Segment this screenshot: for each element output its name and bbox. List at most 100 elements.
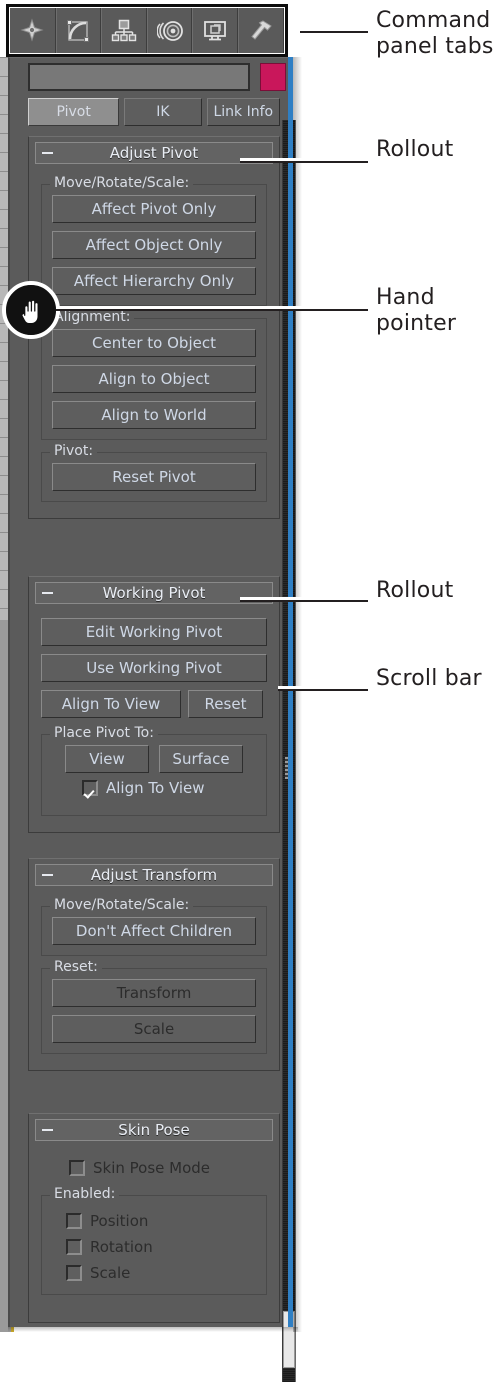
affect-hierarchy-only-button[interactable]: Affect Hierarchy Only xyxy=(52,267,256,295)
align-to-view-checkbox-row[interactable]: Align To View xyxy=(82,779,256,797)
group-label: Move/Rotate/Scale: xyxy=(50,175,194,191)
align-to-object-button[interactable]: Align to Object xyxy=(52,365,256,393)
subtab-link-info[interactable]: Link Info xyxy=(206,98,280,126)
rollout-title: Working Pivot xyxy=(102,584,206,602)
enabled-rotation-row[interactable]: Rotation xyxy=(66,1238,256,1256)
center-to-object-button[interactable]: Center to Object xyxy=(52,329,256,357)
group-label: Place Pivot To: xyxy=(50,725,158,741)
scale-checkbox[interactable] xyxy=(66,1265,82,1281)
skin-pose-mode-label: Skin Pose Mode xyxy=(93,1159,211,1177)
working-pivot-reset-button[interactable]: Reset xyxy=(188,690,263,718)
leader-line-hand-pointer xyxy=(56,309,368,311)
affect-object-only-button[interactable]: Affect Object Only xyxy=(52,231,256,259)
hierarchy-tab[interactable] xyxy=(101,8,147,53)
object-name-row xyxy=(28,63,286,93)
rollout-header-adjust-transform[interactable]: Adjust Transform xyxy=(35,864,273,886)
rollout-header-skin-pose[interactable]: Skin Pose xyxy=(35,1119,273,1141)
rollout-skin-pose: Skin Pose Skin Pose Mode Enabled: Positi… xyxy=(28,1113,280,1323)
collapse-minus-icon xyxy=(42,152,53,154)
display-monitor-icon xyxy=(202,18,228,44)
rollout-adjust-transform: Adjust Transform Move/Rotate/Scale: Don'… xyxy=(28,858,280,1071)
callout-scroll-bar: Scroll bar xyxy=(376,666,482,691)
callout-rollout-1: Rollout xyxy=(376,137,454,162)
align-to-view-button[interactable]: Align To View xyxy=(41,690,181,718)
skin-pose-mode-checkbox[interactable] xyxy=(69,1160,85,1176)
scale-label: Scale xyxy=(90,1264,131,1282)
rollout-header-working-pivot[interactable]: Working Pivot xyxy=(35,582,273,604)
group-enabled: Enabled: Position Rotation Scale xyxy=(41,1186,267,1295)
leader-line-scroll-bar xyxy=(278,689,368,691)
leader-line-command-panel-tabs xyxy=(300,31,368,33)
subtab-pivot[interactable]: Pivot xyxy=(28,98,120,126)
group-reset: Reset: Transform Scale xyxy=(41,959,267,1054)
hierarchy-tree-icon xyxy=(111,18,137,44)
callout-command-panel-tabs: Command panel tabs xyxy=(376,8,494,59)
callout-hand-pointer: Hand pointer xyxy=(376,285,457,336)
callout-rollout-2: Rollout xyxy=(376,578,454,603)
hand-pointer-cursor xyxy=(2,281,60,339)
display-tab[interactable] xyxy=(192,8,238,53)
rollout-working-pivot: Working Pivot Edit Working Pivot Use Wor… xyxy=(28,576,280,833)
create-tab[interactable] xyxy=(10,8,56,53)
place-pivot-surface-button[interactable]: Surface xyxy=(159,745,243,773)
enabled-position-row[interactable]: Position xyxy=(66,1212,256,1230)
dont-affect-children-button[interactable]: Don't Affect Children xyxy=(52,917,256,945)
reset-transform-button[interactable]: Transform xyxy=(52,979,256,1007)
object-name-input[interactable] xyxy=(28,63,250,91)
collapse-minus-icon xyxy=(42,592,53,594)
hierarchy-subtabs[interactable]: Pivot IK Link Info xyxy=(28,98,280,126)
panel-drop-shadow xyxy=(293,57,302,1332)
group-alignment: Alignment: Center to Object Align to Obj… xyxy=(41,309,267,440)
group-label: Move/Rotate/Scale: xyxy=(50,897,194,913)
enabled-scale-row[interactable]: Scale xyxy=(66,1264,256,1282)
place-pivot-button-row: View Surface xyxy=(52,745,256,773)
affect-pivot-only-button[interactable]: Affect Pivot Only xyxy=(52,195,256,223)
leader-line-rollout-1 xyxy=(240,161,368,163)
rollout-header-adjust-pivot[interactable]: Adjust Pivot xyxy=(35,142,273,164)
collapse-minus-icon xyxy=(42,1129,53,1131)
position-checkbox[interactable] xyxy=(66,1213,82,1229)
reset-scale-button[interactable]: Scale xyxy=(52,1015,256,1043)
rollout-title: Skin Pose xyxy=(118,1121,190,1139)
rotation-label: Rotation xyxy=(90,1238,153,1256)
working-pivot-button-row: Align To View Reset xyxy=(41,690,267,718)
skin-pose-mode-row[interactable]: Skin Pose Mode xyxy=(69,1159,271,1177)
rollout-body: Skin Pose Mode Enabled: Position Rotatio… xyxy=(29,1141,279,1311)
motion-circles-icon xyxy=(156,18,183,44)
subtab-ik[interactable]: IK xyxy=(124,98,202,126)
panel-bottom-shadow xyxy=(8,1327,298,1332)
group-place-pivot-to: Place Pivot To: View Surface Align To Vi… xyxy=(41,725,267,816)
leader-line-rollout-2 xyxy=(240,600,368,602)
group-pivot: Pivot: Reset Pivot xyxy=(41,443,267,502)
rotation-checkbox[interactable] xyxy=(66,1239,82,1255)
edit-working-pivot-button[interactable]: Edit Working Pivot xyxy=(41,618,267,646)
position-label: Position xyxy=(90,1212,149,1230)
group-move-rotate-scale-transform: Move/Rotate/Scale: Don't Affect Children xyxy=(41,897,267,956)
align-to-view-checkbox[interactable] xyxy=(82,780,98,796)
command-panel-tabs[interactable] xyxy=(10,8,284,53)
create-star-icon xyxy=(19,17,45,44)
utilities-tab[interactable] xyxy=(237,8,284,53)
rollout-title: Adjust Pivot xyxy=(109,144,199,162)
use-working-pivot-button[interactable]: Use Working Pivot xyxy=(41,654,267,682)
group-label: Pivot: xyxy=(50,443,98,459)
collapse-minus-icon xyxy=(42,874,53,876)
rollout-body: Edit Working Pivot Use Working Pivot Ali… xyxy=(29,604,279,832)
command-panel: Pivot IK Link Info Adjust Pivot Move/Rot… xyxy=(8,57,296,1382)
modify-curve-icon xyxy=(65,18,91,44)
utilities-hammer-icon xyxy=(248,18,274,44)
rollout-body: Move/Rotate/Scale: Don't Affect Children… xyxy=(29,886,279,1070)
reset-pivot-button[interactable]: Reset Pivot xyxy=(52,463,256,491)
rollout-title: Adjust Transform xyxy=(90,866,218,884)
align-to-view-checkbox-label: Align To View xyxy=(106,779,205,797)
place-pivot-view-button[interactable]: View xyxy=(65,745,149,773)
object-color-swatch[interactable] xyxy=(260,63,286,91)
rollout-adjust-pivot: Adjust Pivot Move/Rotate/Scale: Affect P… xyxy=(28,136,280,519)
modify-tab[interactable] xyxy=(55,8,102,53)
group-label: Enabled: xyxy=(50,1186,120,1202)
rollout-body: Move/Rotate/Scale: Affect Pivot Only Aff… xyxy=(29,164,279,518)
align-to-world-button[interactable]: Align to World xyxy=(52,401,256,429)
group-move-rotate-scale: Move/Rotate/Scale: Affect Pivot Only Aff… xyxy=(41,175,267,306)
group-label: Reset: xyxy=(50,959,102,975)
motion-tab[interactable] xyxy=(146,8,193,53)
